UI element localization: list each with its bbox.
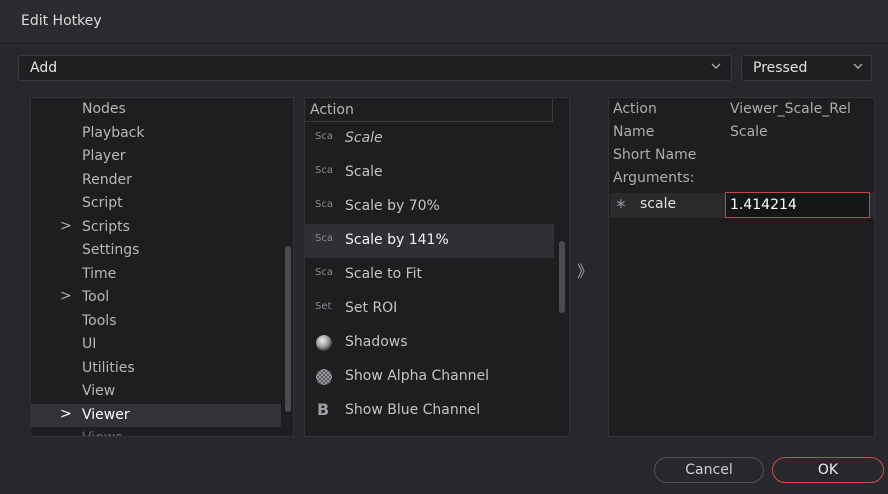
category-item-script[interactable]: Script (31, 192, 281, 215)
category-item-nodes[interactable]: Nodes (31, 98, 281, 121)
action-list[interactable]: Action Sca Scale Sca Scale Sca Scale by 70% Sc… (304, 97, 570, 437)
window-title: Edit Hotkey (21, 13, 102, 29)
category-item-label: View (82, 383, 116, 399)
category-item-ui[interactable]: UI (31, 333, 281, 356)
cancel-button[interactable]: Cancel (654, 457, 764, 483)
action-item-label: Scale (345, 130, 383, 146)
category-item-viewer[interactable]: > Viewer (31, 403, 281, 427)
category-item-scripts[interactable]: > Scripts (31, 216, 281, 239)
action-scrollbar[interactable] (559, 241, 565, 313)
action-item-label: Scale (345, 164, 383, 180)
category-item-render[interactable]: Render (31, 169, 281, 192)
category-item-tool[interactable]: > Tool (31, 286, 281, 309)
category-item-label: Views (82, 430, 123, 436)
action-item-label: Scale by 141% (345, 232, 449, 248)
category-item-label: Tools (82, 312, 117, 329)
action-item[interactable]: B Show Blue Channel (305, 394, 554, 428)
action-item-label: Scale to Fit (345, 266, 423, 282)
category-item-label: Player (82, 148, 126, 164)
action-item[interactable]: Sca Scale (305, 122, 554, 156)
action-column-header-label: Action (310, 102, 354, 118)
category-item-player[interactable]: Player (31, 145, 281, 168)
action-item[interactable]: Shadows (305, 326, 554, 360)
category-item-label: Time (82, 265, 117, 282)
action-item-label: Show Alpha Channel (345, 368, 489, 384)
key-state-value: Pressed (753, 60, 808, 76)
category-item-settings[interactable]: Settings (31, 239, 281, 262)
category-item-label: Render (82, 171, 132, 188)
ok-button[interactable]: OK (772, 457, 884, 483)
category-item-utilities[interactable]: Utilities (31, 357, 281, 380)
detail-action-value: Viewer_Scale_Rel (730, 101, 851, 117)
action-type-dropdown[interactable]: Add (18, 55, 732, 81)
checker-icon (316, 369, 332, 385)
detail-name-key: Name (613, 124, 655, 140)
category-item-tools[interactable]: Tools (31, 310, 281, 333)
details-panel: Action Viewer_Scale_Rel Name Scale Short… (608, 97, 875, 437)
action-item-label: Set ROI (345, 300, 398, 316)
title-bar: Edit Hotkey (0, 0, 888, 44)
category-item-label: Utilities (82, 359, 135, 376)
detail-arguments-key: Arguments: (613, 170, 695, 186)
action-abbr: Sca (315, 131, 333, 142)
chevron-right-icon[interactable]: > (60, 406, 72, 422)
argument-value-input[interactable] (725, 192, 870, 218)
category-item-playback[interactable]: Playback (31, 122, 281, 145)
category-list[interactable]: Nodes Playback Player Render Script > Scripts S… (30, 97, 294, 437)
chevron-right-icon[interactable]: > (60, 288, 72, 304)
category-item-view[interactable]: View (31, 380, 281, 403)
expand-arrow-icon[interactable]: 》 (577, 258, 593, 282)
category-item-label: Script (82, 195, 123, 211)
key-state-dropdown[interactable]: Pressed (741, 55, 872, 81)
action-item[interactable]: Set Set ROI (305, 292, 554, 326)
letter-b-icon: B (317, 400, 330, 419)
category-item-views[interactable]: Views (31, 427, 281, 436)
category-item-time[interactable]: Time (31, 263, 281, 286)
detail-short-name-key: Short Name (613, 147, 697, 163)
action-abbr: Sca (315, 199, 333, 210)
action-item[interactable]: Sca Scale (305, 156, 554, 190)
action-type-value: Add (30, 60, 58, 76)
action-item-label: Show Blue Channel (345, 402, 481, 418)
action-item-label: Scale by 70% (345, 198, 440, 214)
category-item-label: Playback (82, 124, 145, 141)
category-item-label: Scripts (82, 218, 130, 235)
sphere-icon (316, 335, 332, 351)
chevron-right-icon[interactable]: > (60, 218, 72, 234)
category-item-label: Settings (82, 242, 140, 258)
argument-name: scale (640, 196, 677, 212)
category-item-label: Tool (82, 289, 110, 305)
chevron-down-icon (711, 63, 721, 69)
action-item-label: Shadows (345, 334, 408, 350)
argument-marker: ∗ (615, 196, 627, 212)
detail-name-value: Scale (730, 124, 768, 140)
detail-action-key: Action (613, 101, 657, 117)
category-item-label: Nodes (82, 101, 126, 117)
chevron-down-icon (853, 63, 863, 69)
action-item[interactable]: Sca Scale to Fit (305, 258, 554, 292)
action-column-header[interactable]: Action (305, 98, 553, 122)
action-item[interactable]: Show Alpha Channel (305, 360, 554, 394)
action-abbr: Set (315, 301, 332, 312)
category-scrollbar[interactable] (285, 246, 291, 412)
action-item[interactable]: Sca Scale by 141% (305, 224, 554, 258)
action-item[interactable]: Sca Scale by 70% (305, 190, 554, 224)
category-item-label: Viewer (82, 406, 130, 423)
action-abbr: Sca (315, 165, 333, 176)
action-abbr: Sca (315, 233, 333, 244)
action-abbr: Sca (315, 267, 333, 278)
category-item-label: UI (82, 336, 97, 352)
